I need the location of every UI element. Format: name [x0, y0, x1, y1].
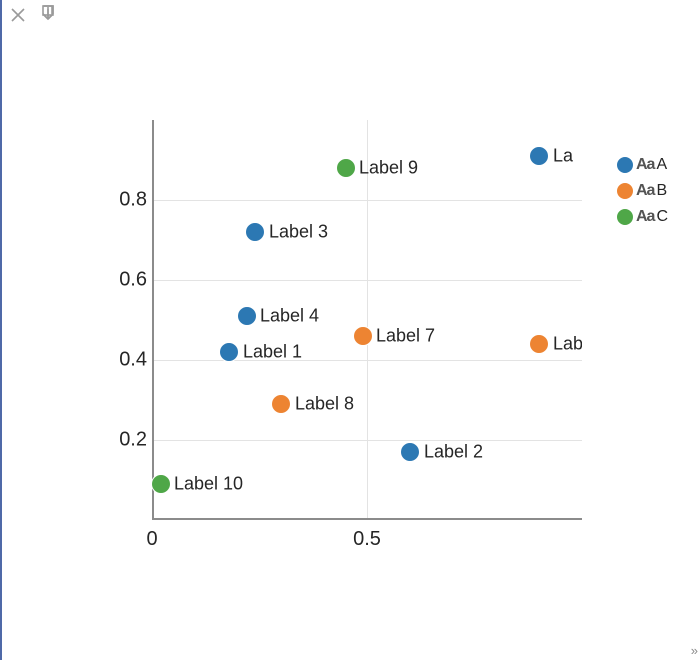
legend-swatch-icon [616, 208, 634, 226]
legend-swatch-icon [616, 156, 634, 174]
gridline [367, 120, 368, 520]
x-axis [152, 518, 582, 520]
legend-label: B [656, 182, 667, 200]
close-icon[interactable] [8, 4, 28, 26]
y-tick: 0.6 [107, 269, 147, 292]
y-axis [152, 120, 154, 520]
x-tick: 0 [146, 528, 157, 551]
legend-label: A [656, 156, 667, 174]
legend-label: C [656, 208, 668, 226]
data-point[interactable] [237, 306, 257, 326]
y-tick: 0.4 [107, 349, 147, 372]
legend-item[interactable]: Aa A [616, 156, 668, 174]
data-point-label: Label 8 [295, 394, 354, 415]
y-tick: 0.2 [107, 429, 147, 452]
x-tick: 0.5 [353, 528, 381, 551]
data-point-label: Lab [553, 334, 582, 355]
data-point[interactable] [400, 442, 420, 462]
legend: Aa A Aa B Aa C [616, 156, 668, 226]
legend-swatch-icon [616, 182, 634, 200]
data-point-label: Label 1 [243, 342, 302, 363]
legend-aa: Aa [636, 182, 654, 200]
toolbar [8, 4, 58, 26]
download-icon[interactable] [38, 4, 58, 26]
y-tick: 0.8 [107, 189, 147, 212]
data-point[interactable] [336, 158, 356, 178]
resize-handle-icon[interactable]: » [691, 643, 698, 658]
data-point-label: Label 10 [174, 474, 243, 495]
data-point-label: Label 7 [376, 326, 435, 347]
data-point-label: La [553, 146, 573, 167]
data-point-label: Label 2 [424, 442, 483, 463]
data-point[interactable] [271, 394, 291, 414]
data-point[interactable] [353, 326, 373, 346]
legend-aa: Aa [636, 156, 654, 174]
data-point[interactable] [529, 334, 549, 354]
app-frame: 0.2 0.4 0.6 0.8 0 0.5 Label 1 Label 2 La… [0, 0, 700, 660]
data-point-label: Label 9 [359, 158, 418, 179]
data-point-label: Label 4 [260, 306, 319, 327]
chart: 0.2 0.4 0.6 0.8 0 0.5 Label 1 Label 2 La… [52, 120, 612, 560]
legend-aa: Aa [636, 208, 654, 226]
data-point[interactable] [219, 342, 239, 362]
legend-item[interactable]: Aa B [616, 182, 668, 200]
legend-item[interactable]: Aa C [616, 208, 668, 226]
data-point-label: Label 3 [269, 222, 328, 243]
data-point[interactable] [152, 474, 171, 494]
plot-area[interactable]: Label 1 Label 2 Label 3 Label 4 La Lab L… [152, 120, 582, 520]
data-point[interactable] [245, 222, 265, 242]
data-point[interactable] [529, 146, 549, 166]
